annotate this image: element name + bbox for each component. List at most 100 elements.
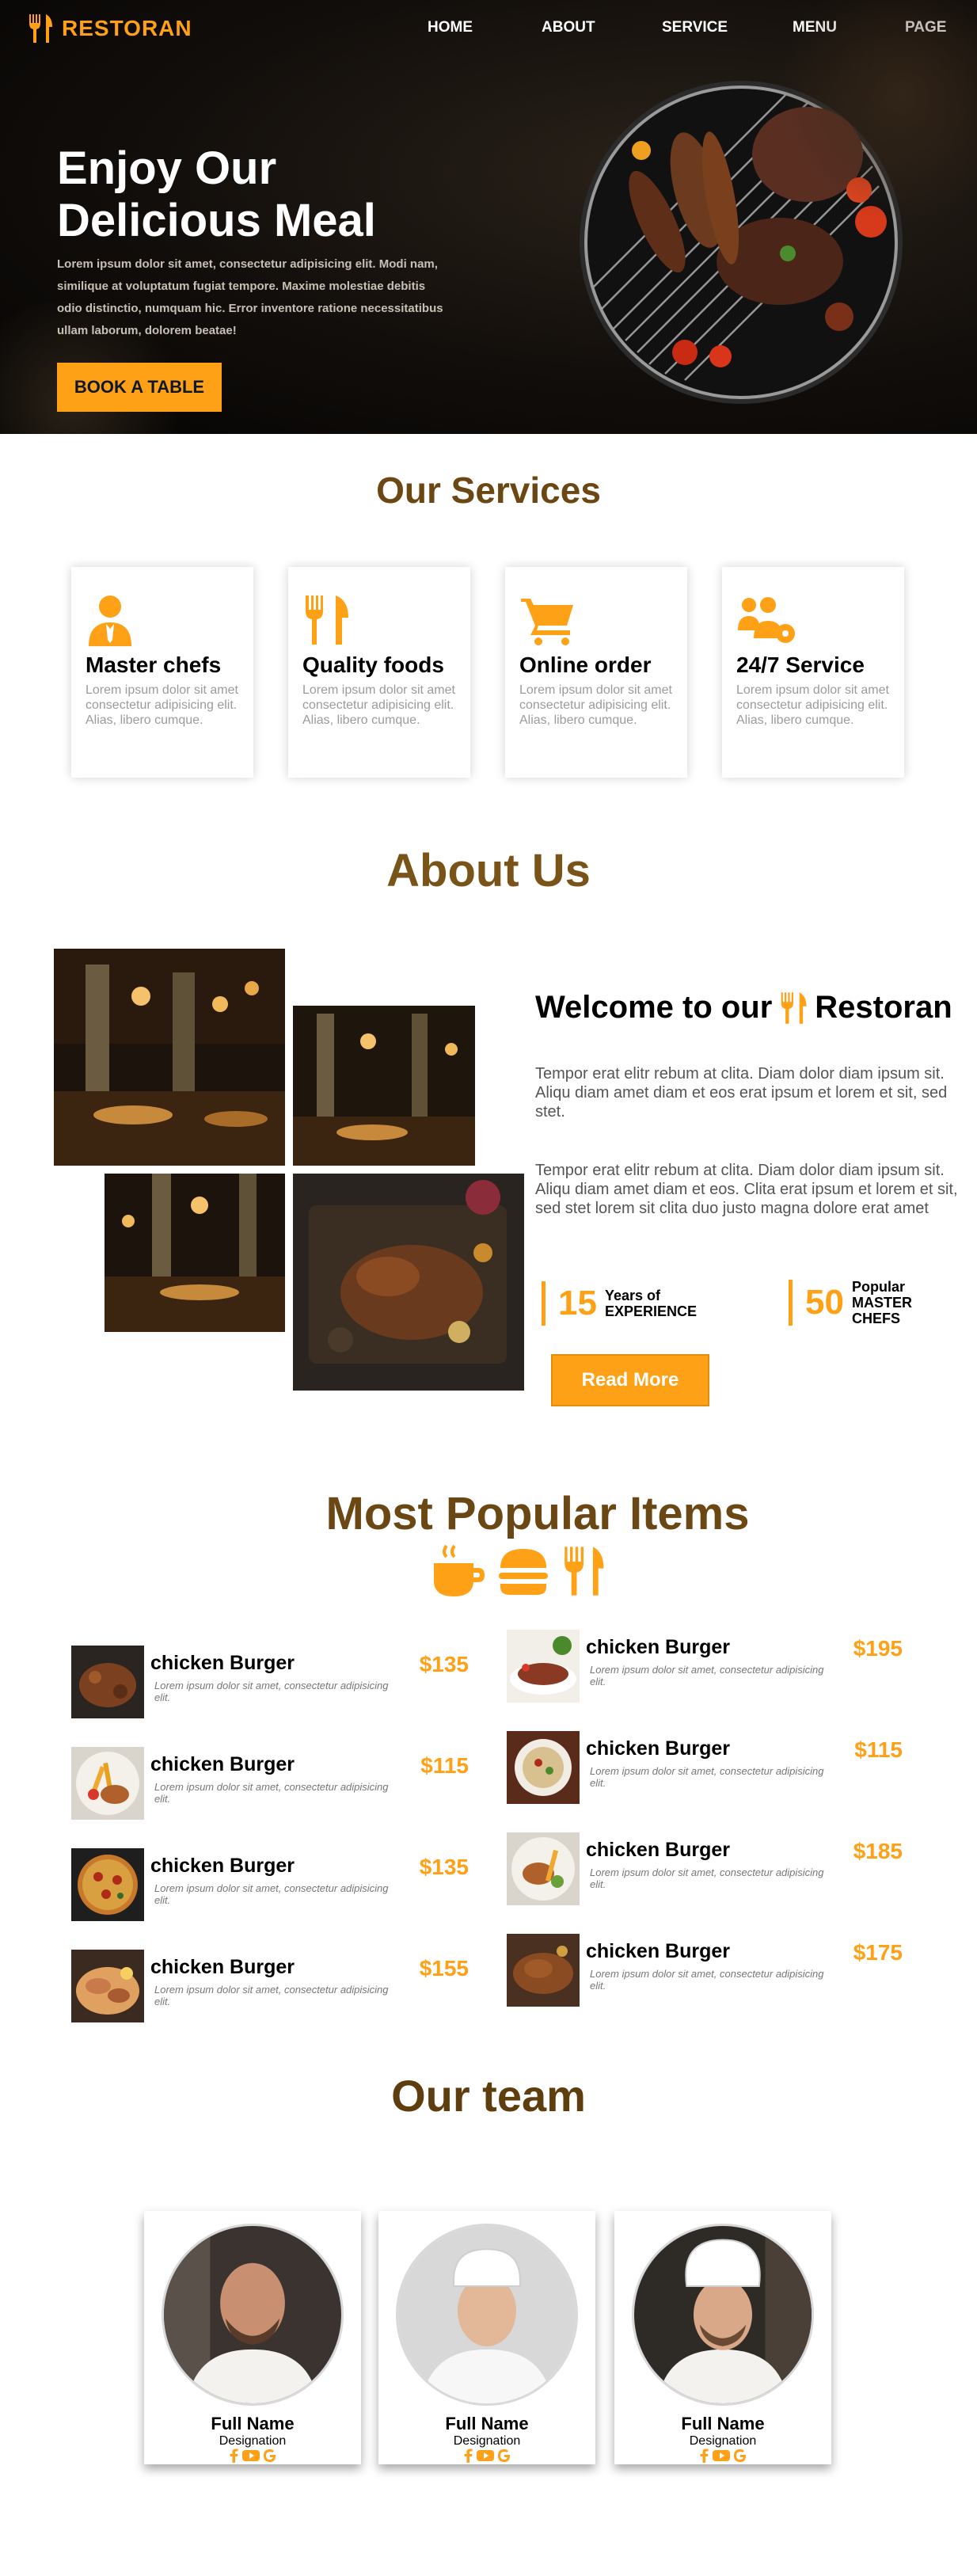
- brand-name: RESTORAN: [62, 16, 192, 40]
- youtube-icon[interactable]: [242, 2449, 260, 2463]
- team-member-designation: Designation: [453, 2434, 521, 2448]
- facebook-icon[interactable]: [228, 2449, 239, 2463]
- coffee-icon[interactable]: [431, 1544, 486, 1598]
- menu-item-image: [507, 1731, 580, 1804]
- menu-item[interactable]: chicken Burger Lorem ipsum dolor sit ame…: [71, 1950, 469, 2022]
- menu-item-image: [71, 1646, 144, 1718]
- utensils-icon: [306, 595, 348, 645]
- menu-item-price: $185: [853, 1839, 903, 1863]
- menu-item[interactable]: chicken Burger Lorem ipsum dolor sit ame…: [71, 1848, 469, 1921]
- menu-tabs: [431, 1544, 606, 1598]
- team-member-designation: Designation: [219, 2434, 287, 2448]
- burger-icon[interactable]: [499, 1544, 548, 1598]
- team-member-photo: [632, 2224, 814, 2406]
- service-card-online-order[interactable]: Online order Lorem ipsum dolor sit amet …: [505, 567, 687, 778]
- stat-label-line: Popular: [851, 1279, 905, 1295]
- stat-number: 15: [558, 1284, 597, 1322]
- stat-label-line: MASTER: [851, 1295, 912, 1311]
- menu-item-image: [507, 1630, 580, 1703]
- service-card-quality-foods[interactable]: Quality foods Lorem ipsum dolor sit amet…: [288, 567, 470, 778]
- food-platter-image: [293, 1174, 524, 1391]
- hero-section: RESTORAN HOME ABOUT SERVICE MENU PAGE En…: [0, 0, 977, 434]
- nav-page[interactable]: PAGE: [905, 19, 946, 36]
- service-card-master-chefs[interactable]: Master chefs Lorem ipsum dolor sit amet …: [71, 567, 253, 778]
- youtube-icon[interactable]: [477, 2449, 494, 2463]
- nav-service[interactable]: SERVICE: [662, 19, 728, 36]
- team-card[interactable]: Full Name Designation: [378, 2211, 595, 2464]
- navbar: RESTORAN HOME ABOUT SERVICE MENU PAGE: [0, 0, 977, 57]
- menu-item-name: chicken Burger: [150, 1753, 295, 1775]
- google-icon[interactable]: [497, 2449, 511, 2463]
- menu-item[interactable]: chicken Burger Lorem ipsum dolor sit ame…: [507, 1832, 903, 1905]
- services-title: Our Services: [376, 470, 601, 511]
- google-icon[interactable]: [733, 2449, 747, 2463]
- team-card[interactable]: Full Name Designation: [144, 2211, 361, 2464]
- social-links: [614, 2449, 831, 2463]
- menu-item-desc: Lorem ipsum dolor sit amet, consectetur …: [590, 1664, 824, 1688]
- menu-item-price: $175: [853, 1940, 903, 1965]
- menu-item-price: $115: [420, 1753, 469, 1778]
- team-member-photo: [162, 2224, 344, 2406]
- menu-item[interactable]: chicken Burger Lorem ipsum dolor sit ame…: [507, 1934, 903, 2007]
- service-text: Lorem ipsum dolor sit amet consectetur a…: [519, 683, 672, 727]
- google-icon[interactable]: [263, 2449, 277, 2463]
- menu-item-price: $135: [419, 1855, 469, 1879]
- menu-item-desc: Lorem ipsum dolor sit amet, consectetur …: [590, 1866, 824, 1890]
- about-heading: Welcome to our Restoran: [535, 990, 952, 1025]
- stat-experience: 15 Years of EXPERIENCE: [542, 1281, 697, 1326]
- chef-icon: [89, 595, 131, 646]
- menu-item[interactable]: chicken Burger Lorem ipsum dolor sit ame…: [507, 1630, 903, 1703]
- nav-about[interactable]: ABOUT: [542, 19, 595, 36]
- service-title: Master chefs: [86, 653, 222, 677]
- facebook-icon[interactable]: [462, 2449, 473, 2463]
- utensils-icon: [781, 991, 807, 1024]
- team-member-name: Full Name: [445, 2414, 529, 2433]
- stat-label-line: CHEFS: [851, 1311, 900, 1326]
- menu-item-image: [71, 1950, 144, 2022]
- social-links: [144, 2449, 361, 2463]
- stat-chefs: 50 Popular MASTER CHEFS: [789, 1279, 912, 1326]
- service-title: Quality foods: [302, 653, 444, 677]
- team-member-name: Full Name: [211, 2414, 295, 2433]
- users-gear-icon: [738, 597, 795, 643]
- book-table-button[interactable]: BOOK A TABLE: [57, 363, 222, 412]
- menu-item-name: chicken Burger: [586, 1940, 731, 1962]
- service-text: Lorem ipsum dolor sit amet consectetur a…: [86, 683, 238, 727]
- stat-label-line: Years of: [604, 1288, 660, 1303]
- menu-item-name: chicken Burger: [586, 1636, 731, 1658]
- service-text: Lorem ipsum dolor sit amet consectetur a…: [736, 683, 889, 727]
- menu-item-desc: Lorem ipsum dolor sit amet, consectetur …: [154, 1680, 389, 1703]
- service-text: Lorem ipsum dolor sit amet consectetur a…: [302, 683, 455, 727]
- menu-title: Most Popular Items: [325, 1488, 750, 1539]
- menu-item-name: chicken Burger: [150, 1855, 295, 1877]
- menu-item-name: chicken Burger: [150, 1652, 295, 1674]
- nav-menu[interactable]: MENU: [793, 19, 837, 36]
- hero-text: Lorem ipsum dolor sit amet, consectetur …: [57, 257, 443, 337]
- utensils-icon: [29, 14, 52, 43]
- restaurant-interior-image-1: [54, 949, 285, 1166]
- about-paragraph-1: Tempor erat elitr rebum at clita. Diam d…: [535, 1065, 948, 1121]
- about-title: About Us: [386, 845, 591, 896]
- service-card-24-7[interactable]: 24/7 Service Lorem ipsum dolor sit amet …: [722, 567, 904, 778]
- nav-home[interactable]: HOME: [428, 19, 473, 36]
- menu-item-desc: Lorem ipsum dolor sit amet, consectetur …: [154, 1781, 389, 1805]
- menu-item[interactable]: chicken Burger Lorem ipsum dolor sit ame…: [507, 1731, 903, 1804]
- grill-image: [580, 81, 903, 404]
- team-card[interactable]: Full Name Designation: [614, 2211, 831, 2464]
- menu-item-desc: Lorem ipsum dolor sit amet, consectetur …: [590, 1765, 824, 1789]
- menu-item-image: [507, 1934, 580, 2007]
- menu-item-name: chicken Burger: [586, 1839, 731, 1861]
- menu-item-name: chicken Burger: [586, 1737, 731, 1760]
- restaurant-interior-image-3: [105, 1174, 285, 1332]
- welcome-prefix: Welcome to our: [535, 990, 773, 1025]
- team-member-designation: Designation: [689, 2434, 757, 2448]
- youtube-icon[interactable]: [713, 2449, 730, 2463]
- brand-logo[interactable]: RESTORAN: [27, 13, 192, 44]
- facebook-icon[interactable]: [698, 2449, 709, 2463]
- menu-item[interactable]: chicken Burger Lorem ipsum dolor sit ame…: [71, 1747, 469, 1820]
- read-more-button[interactable]: Read More: [551, 1354, 709, 1406]
- menu-item-name: chicken Burger: [150, 1956, 295, 1978]
- cart-icon: [521, 599, 573, 645]
- utensils-icon[interactable]: [561, 1544, 606, 1598]
- menu-item[interactable]: chicken Burger Lorem ipsum dolor sit ame…: [71, 1646, 469, 1718]
